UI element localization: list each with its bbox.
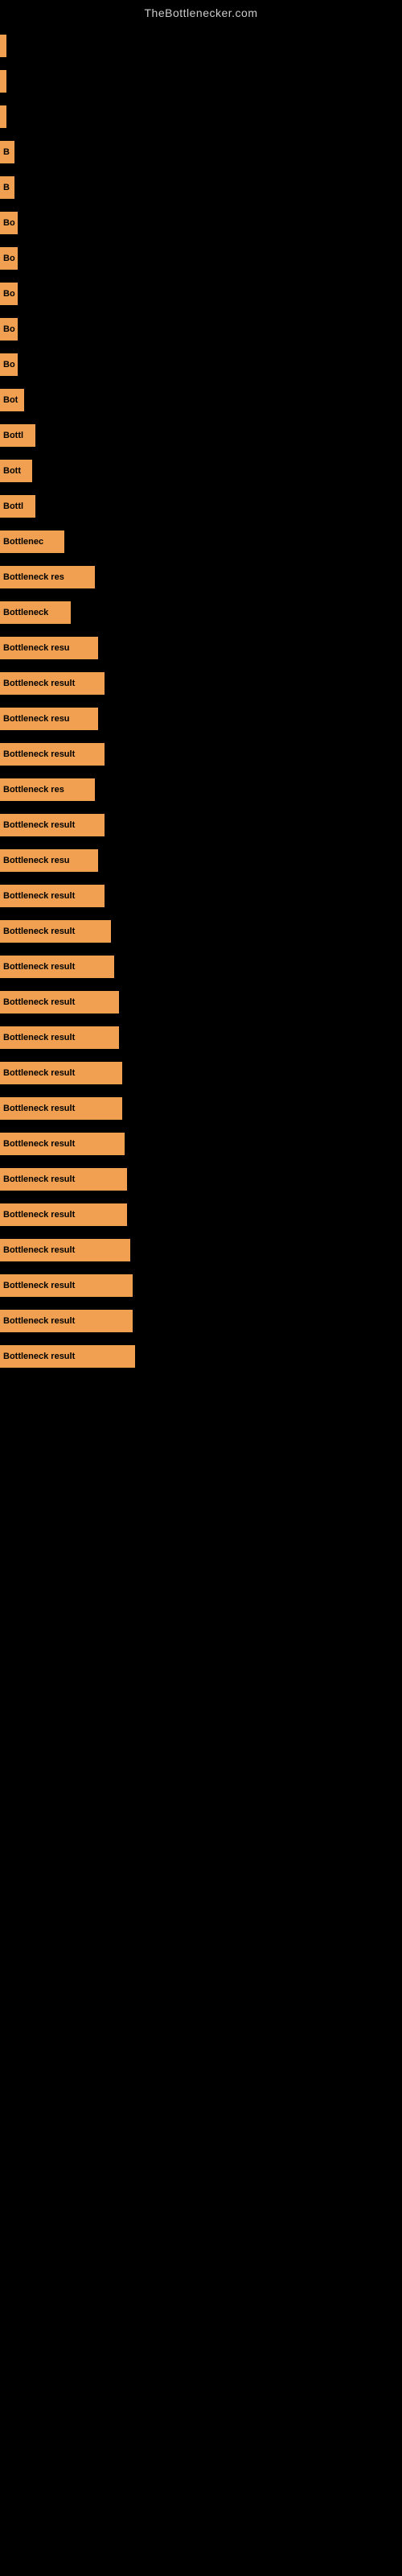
bar-label: Bottleneck resu	[0, 849, 98, 872]
bar-label: Bott	[0, 460, 32, 482]
bar-label: Bottl	[0, 424, 35, 447]
bar-row: Bottleneck result	[0, 668, 402, 699]
bar-row: Bottl	[0, 420, 402, 451]
bar-label: Bottleneck resu	[0, 637, 98, 659]
bar-label: Bo	[0, 318, 18, 341]
bar-row: Bo	[0, 208, 402, 238]
bar-row: Bottleneck resu	[0, 633, 402, 663]
bar-label: Bottleneck result	[0, 1168, 127, 1191]
bar-row: Bottleneck result	[0, 1199, 402, 1230]
bar-label: Bottleneck result	[0, 1203, 127, 1226]
bar-label: Bot	[0, 389, 24, 411]
bar-row: Bottleneck resu	[0, 845, 402, 876]
bar-row: Bo	[0, 314, 402, 345]
bar-label: Bottl	[0, 495, 35, 518]
bar-row: Bottleneck result	[0, 1341, 402, 1372]
bar-label: Bo	[0, 212, 18, 234]
bar-label: Bottleneck result	[0, 991, 119, 1013]
bar-label: Bo	[0, 283, 18, 305]
bar-label: B	[0, 141, 14, 163]
bar-row: Bottleneck result	[0, 1058, 402, 1088]
bar-row	[0, 101, 402, 132]
bar-row: Bottleneck result	[0, 1306, 402, 1336]
bar-row: Bottlenec	[0, 526, 402, 557]
bar-row: Bottleneck result	[0, 810, 402, 840]
bar-label: Bottleneck result	[0, 1062, 122, 1084]
bar-label: Bottleneck result	[0, 743, 105, 766]
bar-row: Bottleneck result	[0, 987, 402, 1018]
bar-row: Bottleneck result	[0, 739, 402, 770]
bar-row: Bot	[0, 385, 402, 415]
bar-row: Bottleneck res	[0, 774, 402, 805]
bar-label: Bottleneck result	[0, 1239, 130, 1261]
bar-label: Bottleneck result	[0, 1097, 122, 1120]
bars-container: BB Bo Bo Bo Bo Bo Bot Bottl Bott Bottl Bottlenec Bo…	[0, 23, 402, 1377]
bar-label: Bottleneck result	[0, 1310, 133, 1332]
bar-row	[0, 31, 402, 61]
bar-row: Bo	[0, 349, 402, 380]
bar-row: Bottleneck result	[0, 1129, 402, 1159]
bar-label: Bottleneck res	[0, 566, 95, 588]
bar-row: Bottl	[0, 491, 402, 522]
bar-row: Bott	[0, 456, 402, 486]
bar-label: Bottleneck result	[0, 814, 105, 836]
bar-row: Bottleneck res	[0, 562, 402, 592]
bar-row: Bottleneck	[0, 597, 402, 628]
bar-label: Bottleneck res	[0, 778, 95, 801]
bar-row: Bottleneck result	[0, 1164, 402, 1195]
bar-label: Bottleneck result	[0, 672, 105, 695]
bar-label: Bottleneck result	[0, 885, 105, 907]
bar-label: B	[0, 176, 14, 199]
bar-label: Bottlenec	[0, 530, 64, 553]
bar-row: Bo	[0, 243, 402, 274]
bar-label: Bottleneck result	[0, 1133, 125, 1155]
bar-row: B	[0, 137, 402, 167]
bar-label: Bo	[0, 247, 18, 270]
bar-row: B	[0, 172, 402, 203]
bar-row: Bottleneck result	[0, 1235, 402, 1265]
bar-label: Bottleneck result	[0, 1274, 133, 1297]
bar-label: Bottleneck resu	[0, 708, 98, 730]
bar-row: Bo	[0, 279, 402, 309]
bar-label: Bottleneck	[0, 601, 71, 624]
bar-label: Bottleneck result	[0, 920, 111, 943]
bar-label	[0, 35, 6, 57]
bar-row: Bottleneck result	[0, 881, 402, 911]
bar-label: Bottleneck result	[0, 1026, 119, 1049]
bar-label	[0, 105, 6, 128]
bar-row: Bottleneck result	[0, 1022, 402, 1053]
bar-row: Bottleneck result	[0, 952, 402, 982]
bar-label	[0, 70, 6, 93]
bar-label: Bottleneck result	[0, 956, 114, 978]
bar-row: Bottleneck result	[0, 1270, 402, 1301]
bar-row	[0, 66, 402, 97]
bar-label: Bottleneck result	[0, 1345, 135, 1368]
bar-row: Bottleneck result	[0, 1093, 402, 1124]
bar-label: Bo	[0, 353, 18, 376]
site-title: TheBottlenecker.com	[0, 0, 402, 23]
bar-row: Bottleneck result	[0, 916, 402, 947]
bar-row: Bottleneck resu	[0, 704, 402, 734]
